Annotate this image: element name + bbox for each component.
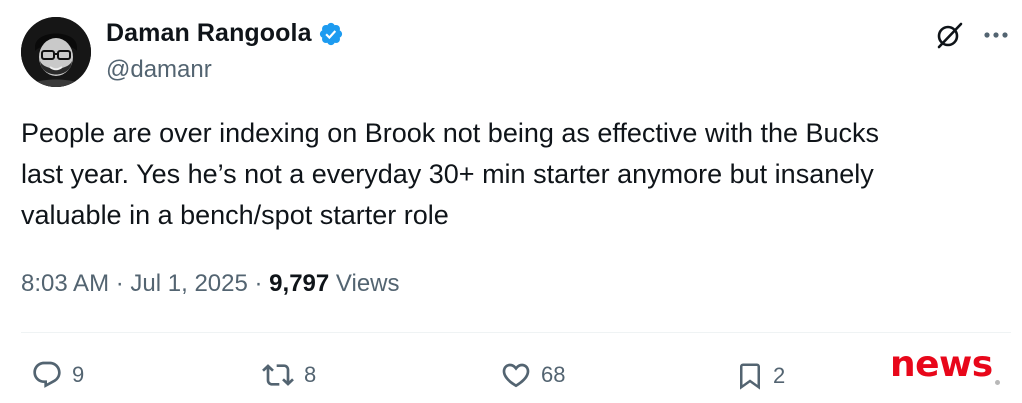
bookmark-icon bbox=[735, 359, 765, 393]
repost-count: 8 bbox=[304, 362, 317, 387]
author-handle[interactable]: @damanr bbox=[106, 56, 212, 84]
repost-icon bbox=[260, 359, 296, 391]
bookmark-button[interactable]: 2 bbox=[735, 359, 785, 393]
repost-button[interactable]: 8 bbox=[260, 359, 316, 391]
avatar[interactable] bbox=[21, 17, 91, 87]
reply-button[interactable]: 9 bbox=[30, 359, 84, 391]
reply-count: 9 bbox=[72, 362, 85, 387]
news-watermark: news bbox=[890, 344, 993, 385]
tweet-text-line: last year. Yes he’s not a everyday 30+ m… bbox=[21, 159, 874, 189]
meta-separator: · bbox=[115, 270, 124, 297]
like-button[interactable]: 68 bbox=[499, 359, 565, 391]
verified-badge-icon[interactable] bbox=[318, 21, 344, 47]
bookmark-count: 2 bbox=[773, 363, 786, 388]
avatar-image bbox=[21, 17, 91, 87]
tweet-text: People are over indexing on Brook not be… bbox=[21, 113, 996, 236]
tweet-time[interactable]: 8:03 AM bbox=[21, 270, 109, 297]
tweet-text-line: valuable in a bench/spot starter role bbox=[21, 200, 449, 230]
like-count: 68 bbox=[541, 362, 566, 387]
grok-icon[interactable] bbox=[934, 20, 964, 50]
tweet-date[interactable]: Jul 1, 2025 bbox=[130, 270, 247, 297]
views-count[interactable]: 9,797 bbox=[269, 270, 329, 297]
reply-icon bbox=[30, 359, 64, 391]
author-display-name[interactable]: Daman Rangoola bbox=[106, 19, 312, 48]
heart-icon bbox=[499, 359, 533, 391]
more-options-icon[interactable] bbox=[982, 22, 1010, 48]
tweet-text-line: People are over indexing on Brook not be… bbox=[21, 118, 880, 148]
tweet-meta: 8:03 AM · Jul 1, 2025 · 9,797 Views bbox=[21, 270, 400, 298]
watermark-dot bbox=[995, 380, 1000, 385]
author-name-row: Daman Rangoola bbox=[106, 19, 344, 48]
views-label[interactable]: Views bbox=[336, 270, 400, 297]
divider bbox=[21, 332, 1011, 333]
tweet-card: Daman Rangoola @damanr People are over i… bbox=[0, 0, 1022, 403]
meta-separator: · bbox=[254, 270, 263, 297]
